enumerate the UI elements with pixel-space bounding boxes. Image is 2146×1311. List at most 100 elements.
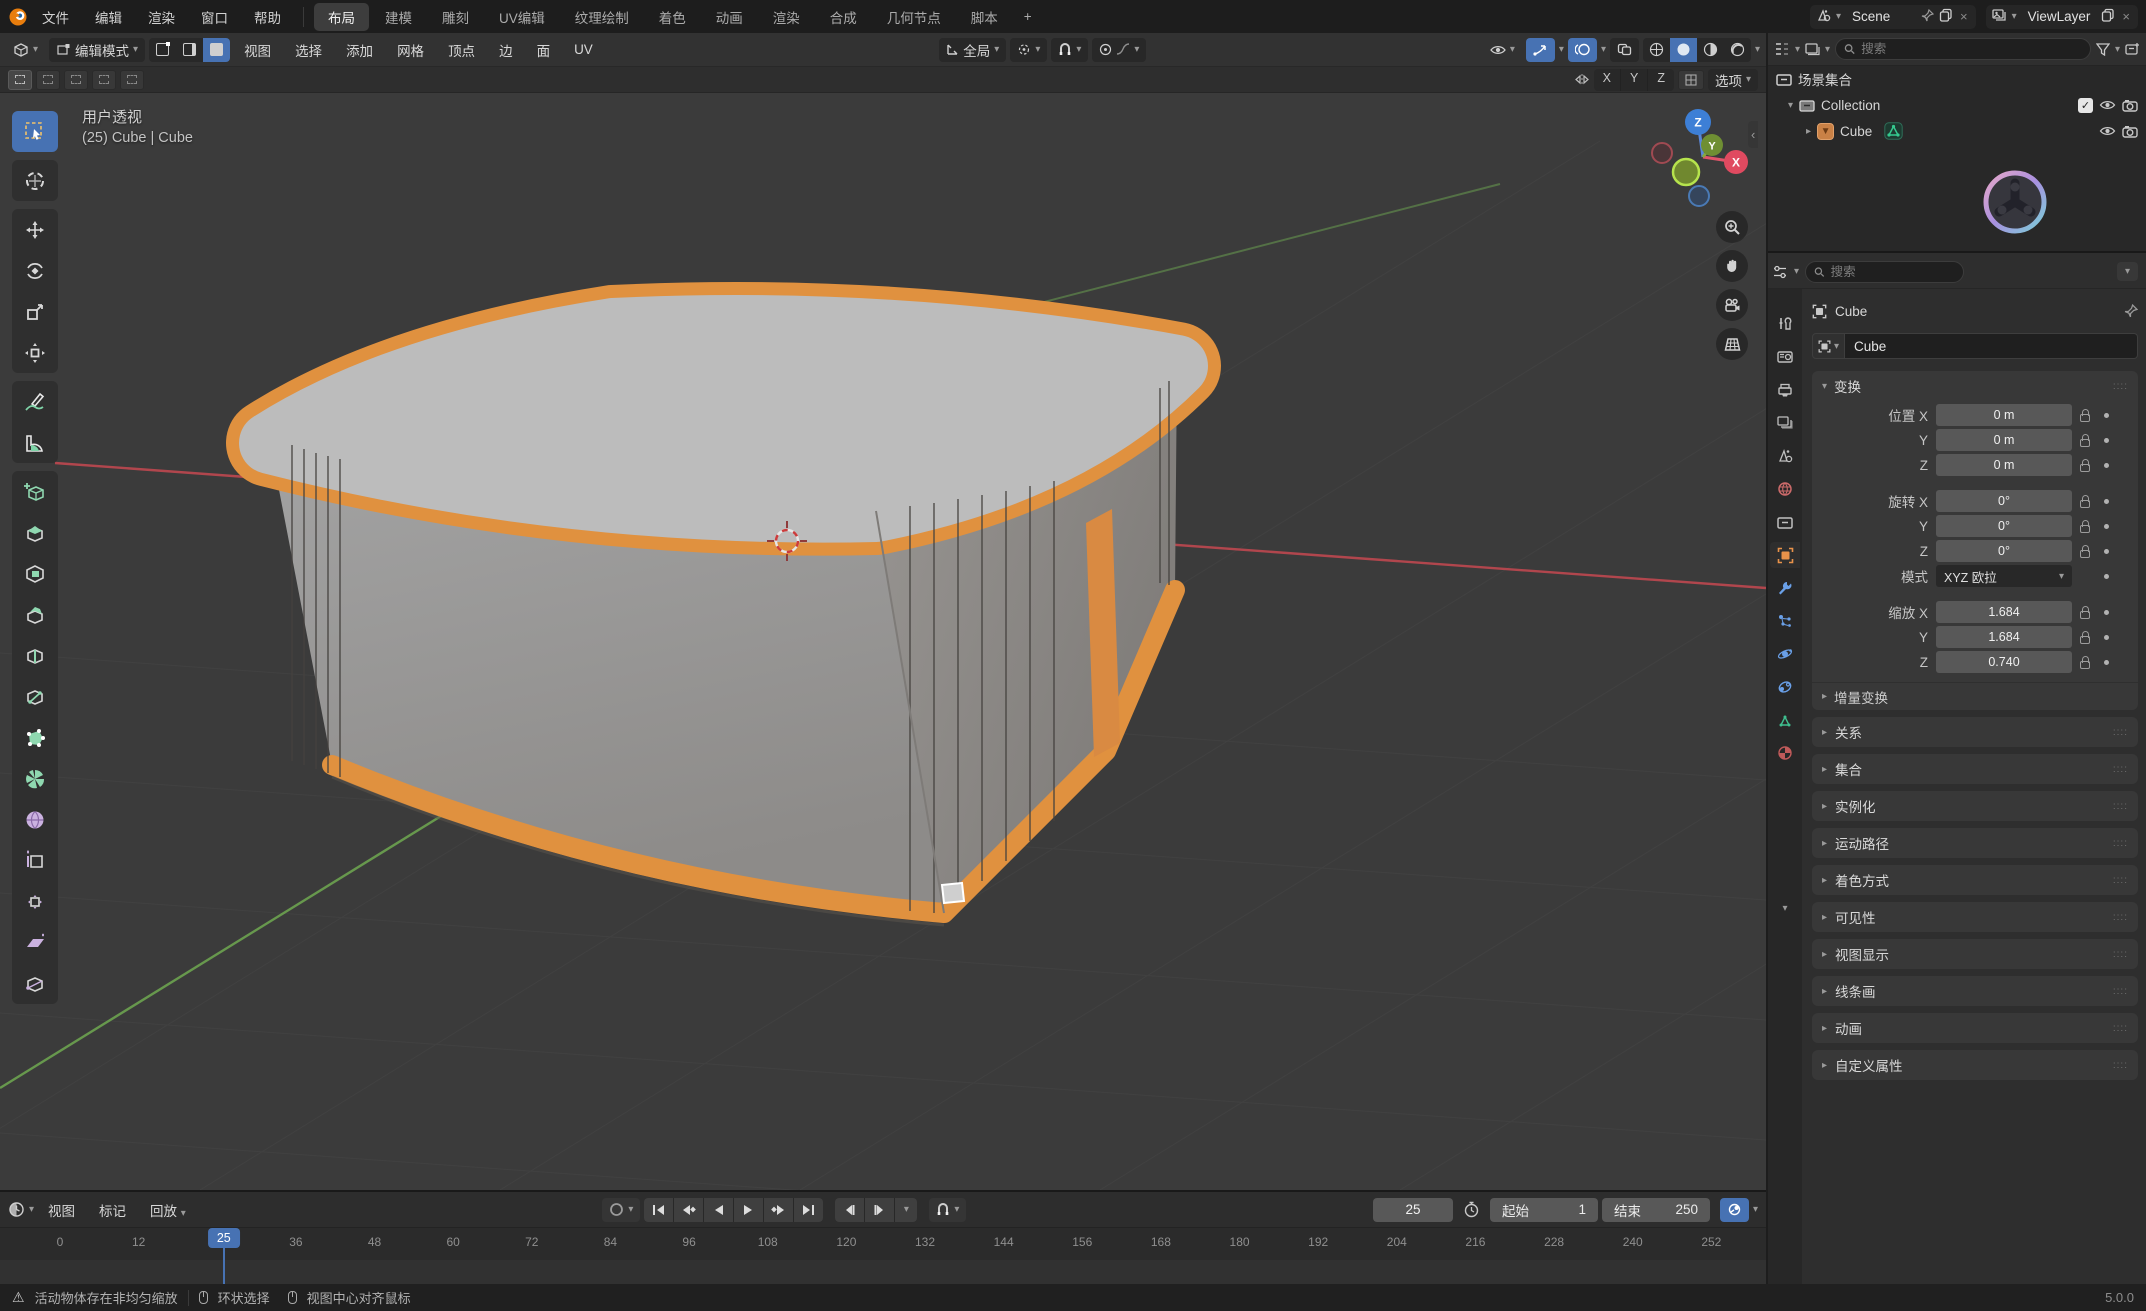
object-name-input[interactable]: Cube: [1845, 333, 2138, 359]
tool-measure[interactable]: [12, 422, 58, 463]
next-keyframe-button[interactable]: [764, 1198, 793, 1222]
eye-icon[interactable]: [2099, 125, 2116, 137]
chevron-down-icon[interactable]: ▾: [1794, 266, 1799, 277]
location-x-input[interactable]: 0 m: [1936, 404, 2072, 426]
current-frame-field[interactable]: 25: [1373, 1198, 1453, 1222]
tab-tool[interactable]: [1770, 311, 1800, 337]
scene-name[interactable]: Scene: [1846, 9, 1916, 24]
tool-extrude-region[interactable]: [12, 512, 58, 553]
tool-move[interactable]: [12, 209, 58, 250]
menu-face[interactable]: 面: [527, 37, 561, 63]
menu-select[interactable]: 选择: [285, 37, 332, 63]
panel-collections[interactable]: ▸集合::::: [1812, 754, 2138, 784]
editor-type-dropdown[interactable]: ▾: [6, 38, 45, 62]
tab-collection[interactable]: [1770, 509, 1800, 535]
frame-end-field[interactable]: 结束 250: [1602, 1198, 1710, 1222]
location-y-input[interactable]: 0 m: [1936, 429, 2072, 451]
drag-grip-icon[interactable]: ::::: [2113, 1060, 2128, 1071]
select-invert-button[interactable]: [92, 70, 116, 90]
panel-instancing[interactable]: ▸实例化::::: [1812, 791, 2138, 821]
animate-dot[interactable]: [2104, 413, 2109, 418]
mirror-z-toggle[interactable]: Z: [1648, 69, 1674, 91]
select-subtract-button[interactable]: [64, 70, 88, 90]
sync-dropdown[interactable]: ▾: [1753, 1204, 1758, 1215]
rotation-x-input[interactable]: 0°: [1936, 490, 2072, 512]
face-select-button[interactable]: [203, 38, 230, 62]
timeline-playhead[interactable]: 25: [224, 1228, 256, 1248]
overlays-dropdown[interactable]: ▾: [1601, 44, 1606, 55]
gizmos-toggle[interactable]: [1526, 38, 1555, 62]
menu-edit[interactable]: 编辑: [83, 3, 134, 31]
transform-panel-header[interactable]: ▾ 变换 ::::: [1812, 371, 2138, 401]
expand-chevron-icon[interactable]: ▾: [1788, 100, 1793, 111]
lock-icon[interactable]: [2080, 414, 2090, 422]
play-button[interactable]: [734, 1198, 763, 1222]
lock-icon[interactable]: [2080, 611, 2090, 619]
outliner-row-collection[interactable]: ▾ Collection ✓: [1768, 92, 2146, 118]
menu-help[interactable]: 帮助: [242, 3, 293, 31]
lock-icon[interactable]: [2080, 661, 2090, 669]
tab-animation[interactable]: 动画: [702, 3, 757, 31]
delta-transform-subpanel[interactable]: ▸ 增量变换: [1812, 682, 2138, 710]
tab-modeling[interactable]: 建模: [371, 3, 426, 31]
tool-scale[interactable]: [12, 291, 58, 332]
panel-relations[interactable]: ▸关系::::: [1812, 717, 2138, 747]
rotation-y-input[interactable]: 0°: [1936, 515, 2072, 537]
tool-knife[interactable]: [12, 676, 58, 717]
chevron-down-icon[interactable]: ▾: [29, 1204, 34, 1215]
unlink-scene-icon[interactable]: ×: [1958, 9, 1970, 24]
menu-window[interactable]: 窗口: [189, 3, 240, 31]
drag-grip-icon[interactable]: ::::: [2113, 801, 2128, 812]
timeline-editor-icon[interactable]: [8, 1201, 25, 1218]
snap-toggle[interactable]: ▾: [1051, 38, 1088, 62]
outliner-row-scene-collection[interactable]: 场景集合: [1768, 66, 2146, 92]
frame-start-field[interactable]: 起始 1: [1490, 1198, 1598, 1222]
properties-search-input[interactable]: [1831, 265, 1955, 279]
blender-logo[interactable]: [8, 7, 28, 27]
shading-rendered-button[interactable]: [1724, 38, 1751, 62]
scale-x-input[interactable]: 1.684: [1936, 601, 2072, 623]
tab-object[interactable]: [1770, 542, 1800, 568]
new-collection-icon[interactable]: [2125, 42, 2140, 56]
tab-object-data[interactable]: [1770, 707, 1800, 733]
menu-uv[interactable]: UV: [564, 39, 603, 60]
select-intersect-button[interactable]: [120, 70, 144, 90]
tab-uv-editing[interactable]: UV编辑: [485, 3, 559, 31]
vertex-select-button[interactable]: [149, 38, 176, 62]
menu-file[interactable]: 文件: [30, 3, 81, 31]
select-extend-button[interactable]: [36, 70, 60, 90]
tool-shear[interactable]: [12, 922, 58, 963]
panel-visibility[interactable]: ▸可见性::::: [1812, 902, 2138, 932]
menu-edge[interactable]: 边: [489, 37, 523, 63]
pin-icon[interactable]: [2124, 304, 2138, 318]
stopwatch-icon[interactable]: [1463, 1201, 1480, 1218]
menu-add[interactable]: 添加: [336, 37, 383, 63]
object-id-icon[interactable]: ▾: [1812, 333, 1845, 359]
shading-material-button[interactable]: [1697, 38, 1724, 62]
timeline-menu-view[interactable]: 视图: [38, 1197, 85, 1223]
lock-icon[interactable]: [2080, 550, 2090, 558]
drag-grip-icon[interactable]: ::::: [2113, 727, 2128, 738]
properties-search[interactable]: [1805, 261, 1964, 283]
mode-dropdown[interactable]: 编辑模式 ▾: [49, 38, 145, 62]
animate-dot[interactable]: [2104, 463, 2109, 468]
visibility-dropdown[interactable]: ▾: [1483, 38, 1522, 62]
lock-icon[interactable]: [2080, 525, 2090, 533]
scale-y-input[interactable]: 1.684: [1936, 626, 2072, 648]
animate-dot[interactable]: [2104, 610, 2109, 615]
tool-rip-region[interactable]: [12, 963, 58, 1004]
filter-funnel-icon[interactable]: [2096, 43, 2110, 56]
tool-cursor[interactable]: [12, 160, 58, 201]
camera-visibility-icon[interactable]: [2122, 99, 2138, 112]
shading-solid-button[interactable]: [1670, 38, 1697, 62]
filter-dropdown[interactable]: ▾: [2117, 262, 2138, 281]
pivot-point-dropdown[interactable]: ▾: [1010, 38, 1047, 62]
options-dropdown[interactable]: 选项 ▾: [1708, 69, 1758, 91]
transform-orientation-dropdown[interactable]: 全局 ▾: [939, 38, 1006, 62]
tab-texture-paint[interactable]: 纹理绘制: [561, 3, 643, 31]
gizmo-neg-x[interactable]: [1652, 143, 1672, 163]
rotation-z-input[interactable]: 0°: [1936, 540, 2072, 562]
scene-selector[interactable]: ▾ Scene ×: [1810, 5, 1976, 29]
next-frame-button[interactable]: [865, 1198, 894, 1222]
gizmo-neg-z[interactable]: [1689, 186, 1709, 206]
